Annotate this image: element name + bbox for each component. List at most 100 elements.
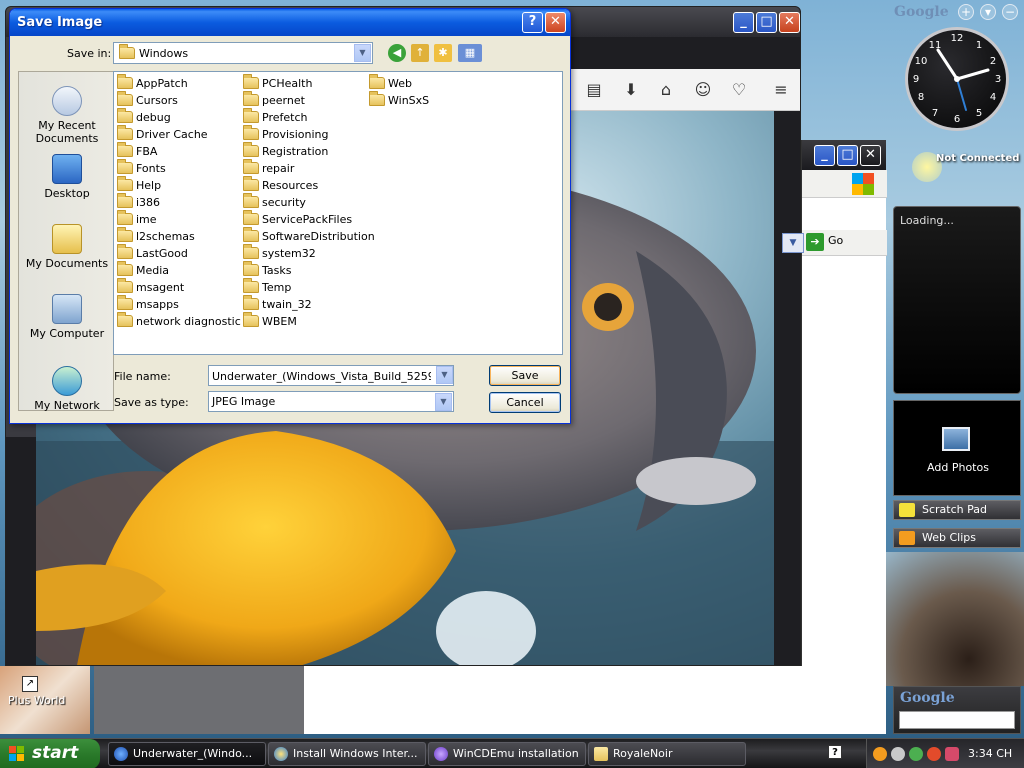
my-documents-icon xyxy=(52,224,82,254)
library-icon[interactable]: ▤ xyxy=(584,80,604,100)
sidebar-gadgets: Google + ▾ − 12 1 2 3 4 5 6 7 8 9 10 11 … xyxy=(886,0,1024,738)
list-item[interactable]: repair xyxy=(243,159,294,176)
list-item[interactable]: system32 xyxy=(243,244,316,261)
place-my-documents[interactable]: My Documents xyxy=(19,224,115,270)
up-folder-icon[interactable]: ↑ xyxy=(411,44,429,62)
ie-minimize-button[interactable]: _ xyxy=(814,145,835,166)
list-item[interactable]: Resources xyxy=(243,176,318,193)
list-item[interactable]: ime xyxy=(117,210,157,227)
firefox-icon xyxy=(114,747,128,761)
list-item[interactable]: Tasks xyxy=(243,261,291,278)
save-as-type-dropdown[interactable]: JPEG Image ▼ xyxy=(208,391,454,412)
home-icon[interactable]: ⌂ xyxy=(656,80,676,100)
list-item[interactable]: debug xyxy=(117,108,171,125)
start-button[interactable]: start xyxy=(0,739,100,768)
network-icon[interactable] xyxy=(891,747,905,761)
place-my-network[interactable]: My Network xyxy=(19,366,115,412)
new-folder-icon[interactable]: ✱ xyxy=(434,44,452,62)
browser-minimize-button[interactable]: _ xyxy=(733,12,754,33)
ie-address-strip: ▼ ➔ Go xyxy=(782,230,887,256)
back-icon[interactable]: ◀ xyxy=(388,44,406,62)
shield-icon[interactable] xyxy=(945,747,959,761)
go-button-label[interactable]: Go xyxy=(828,234,843,247)
file-name-input[interactable] xyxy=(208,365,454,386)
slideshow-gadget[interactable]: Add Photos xyxy=(893,400,1021,496)
list-item[interactable]: Media xyxy=(117,261,169,278)
list-item[interactable]: SoftwareDistribution xyxy=(243,227,375,244)
list-item[interactable]: Prefetch xyxy=(243,108,307,125)
taskbar: start Underwater_(Windo... Install Windo… xyxy=(0,738,1024,768)
ie-address-dropdown-icon[interactable]: ▼ xyxy=(782,233,804,253)
list-item[interactable]: PCHealth xyxy=(243,74,312,91)
list-item[interactable]: Web xyxy=(369,74,412,91)
search-icon[interactable] xyxy=(873,747,887,761)
download-icon[interactable]: ⬇ xyxy=(621,80,641,100)
folder-icon xyxy=(243,244,259,259)
save-button[interactable]: Save xyxy=(489,365,561,386)
ie-titlebar[interactable]: _ □ ✕ xyxy=(802,140,886,170)
place-label: Desktop xyxy=(44,187,90,200)
ie-close-button[interactable]: ✕ xyxy=(860,145,881,166)
list-item[interactable]: twain_32 xyxy=(243,295,312,312)
cancel-button[interactable]: Cancel xyxy=(489,392,561,413)
taskbar-clock[interactable]: 3:34 CH xyxy=(968,747,1012,760)
list-item[interactable]: Fonts xyxy=(117,159,166,176)
list-item[interactable]: Registration xyxy=(243,142,328,159)
list-item[interactable]: WBEM xyxy=(243,312,297,329)
list-item[interactable]: AppPatch xyxy=(117,74,188,91)
taskbar-item-install-windows[interactable]: Install Windows Inter... xyxy=(268,742,426,766)
add-photos-label[interactable]: Add Photos xyxy=(894,461,1022,474)
web-clips-gadget[interactable]: Web Clips xyxy=(893,528,1021,548)
sidebar-options-icon[interactable]: ▾ xyxy=(980,4,996,20)
list-item[interactable]: Temp xyxy=(243,278,291,295)
list-item[interactable]: peernet xyxy=(243,91,305,108)
taskbar-item-royalenoir[interactable]: RoyaleNoir xyxy=(588,742,746,766)
list-item[interactable]: msagent xyxy=(117,278,184,295)
list-item[interactable]: msapps xyxy=(117,295,179,312)
note-icon xyxy=(899,503,915,517)
list-item[interactable]: Cursors xyxy=(117,91,178,108)
list-item[interactable]: ServicePackFiles xyxy=(243,210,352,227)
place-my-computer[interactable]: My Computer xyxy=(19,294,115,340)
close-button[interactable]: ✕ xyxy=(545,12,566,33)
help-button[interactable]: ? xyxy=(522,12,543,33)
list-item[interactable]: LastGood xyxy=(117,244,188,261)
taskbar-item-underwater[interactable]: Underwater_(Windo... xyxy=(108,742,266,766)
folder-icon xyxy=(243,142,259,157)
go-arrow-icon[interactable]: ➔ xyxy=(806,233,824,251)
save-as-type-chevron-down-icon[interactable]: ▼ xyxy=(435,393,452,411)
help-tray-icon[interactable]: ? xyxy=(828,745,842,759)
browser-tray-icon[interactable] xyxy=(927,747,941,761)
ie-maximize-button[interactable]: □ xyxy=(837,145,858,166)
desktop-icon-plus-world[interactable]: ↗ Plus World xyxy=(0,666,90,734)
place-desktop[interactable]: Desktop xyxy=(19,154,115,200)
folder-icon xyxy=(243,261,259,276)
smiley-icon[interactable]: ☺ xyxy=(693,80,713,100)
chevron-down-icon[interactable]: ▼ xyxy=(354,44,371,62)
list-item[interactable]: Provisioning xyxy=(243,125,329,142)
list-item[interactable]: FBA xyxy=(117,142,157,159)
save-in-dropdown[interactable]: Windows ▼ xyxy=(113,42,373,64)
place-my-recent-documents[interactable]: My Recent Documents xyxy=(19,86,115,145)
sidebar-close-icon[interactable]: − xyxy=(1002,4,1018,20)
pocket-icon[interactable]: ♡ xyxy=(729,80,749,100)
list-item[interactable]: l2schemas xyxy=(117,227,195,244)
view-menu-icon[interactable]: ▦ xyxy=(458,44,482,62)
save-as-type-value: JPEG Image xyxy=(212,395,276,408)
list-item[interactable]: security xyxy=(243,193,306,210)
file-name-chevron-down-icon[interactable]: ▼ xyxy=(436,366,453,384)
add-gadget-icon[interactable]: + xyxy=(958,4,974,20)
list-item[interactable]: network diagnostic xyxy=(117,312,241,329)
list-item[interactable]: WinSxS xyxy=(369,91,429,108)
browser-close-button[interactable]: ✕ xyxy=(779,12,800,33)
dialog-titlebar[interactable]: Save Image ? ✕ xyxy=(10,9,570,36)
browser-maximize-button[interactable]: □ xyxy=(756,12,777,33)
google-search-input[interactable] xyxy=(899,711,1015,729)
list-item[interactable]: Help xyxy=(117,176,161,193)
scratch-pad-gadget[interactable]: Scratch Pad xyxy=(893,500,1021,520)
menu-icon[interactable]: ≡ xyxy=(771,80,791,100)
taskbar-item-wincdemu[interactable]: WinCDEmu installation xyxy=(428,742,586,766)
recycle-icon[interactable] xyxy=(909,747,923,761)
list-item[interactable]: Driver Cache xyxy=(117,125,208,142)
list-item[interactable]: i386 xyxy=(117,193,160,210)
